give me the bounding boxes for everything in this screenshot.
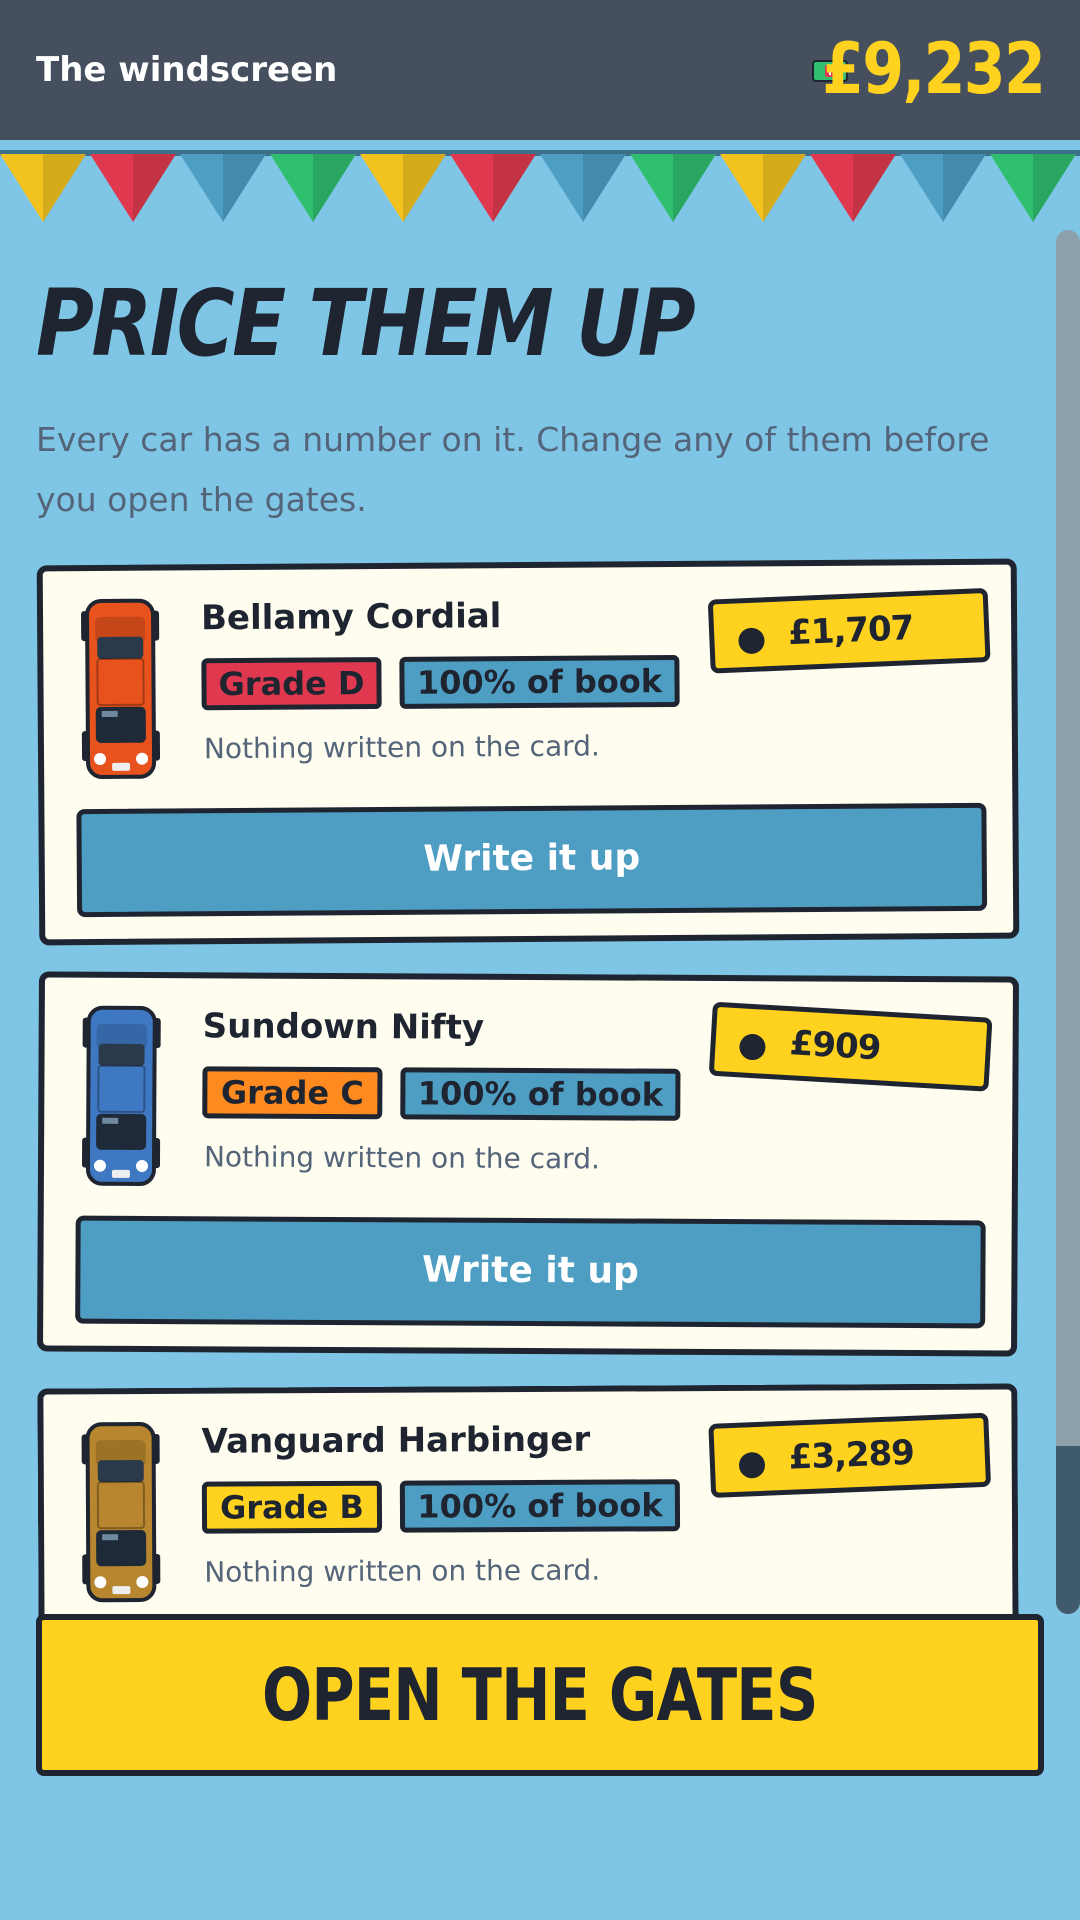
bunting-pennant-shade	[403, 154, 446, 222]
bunting-pennant-shade	[223, 154, 266, 222]
bunting-pennant-shade	[493, 154, 536, 222]
car-card: Bellamy Cordial Grade D 100% of book Not…	[36, 558, 1020, 946]
tag-hole	[738, 1033, 767, 1061]
car-headlight	[136, 1576, 149, 1589]
open-the-gates-button[interactable]: OPEN THE GATES	[36, 1614, 1044, 1776]
price-tag[interactable]: £909	[708, 1001, 993, 1092]
write-it-up-button[interactable]: Write it up	[76, 802, 988, 918]
open-the-gates-label: OPEN THE GATES	[262, 1653, 818, 1737]
bunting-pennant-shade	[313, 154, 356, 222]
car-rear-window	[98, 1043, 145, 1066]
write-it-up-button[interactable]: Write it up	[75, 1215, 986, 1329]
app-title: The windscreen	[36, 50, 338, 90]
price-tag[interactable]: £3,289	[708, 1412, 992, 1498]
car-windshield-glare	[101, 710, 118, 717]
car-windshield-glare	[102, 1534, 119, 1541]
card-note: Nothing written on the card.	[203, 1140, 601, 1176]
car-headlight	[136, 752, 149, 765]
scrollbar-track[interactable]	[1056, 230, 1080, 1614]
bunting-decoration	[0, 154, 1076, 222]
car-sprite	[81, 598, 161, 779]
car-sprite	[81, 1005, 161, 1186]
car-name: Vanguard Harbinger	[201, 1419, 591, 1462]
bunting-pennant-shade	[943, 154, 986, 222]
car-number-plate	[111, 1169, 130, 1178]
car-headlight	[94, 1576, 107, 1589]
car-rear-window	[97, 636, 144, 659]
bunting-pennant-shade	[583, 154, 626, 222]
price-value: £909	[788, 1023, 882, 1069]
scrollbar-thumb[interactable]	[1056, 1446, 1080, 1614]
bunting-pennant-shade	[763, 154, 806, 222]
price-value: £3,289	[787, 1432, 915, 1478]
car-name: Sundown Nifty	[202, 1006, 485, 1048]
car-roof	[96, 1481, 146, 1530]
car-sprite	[81, 1422, 161, 1603]
car-roof	[96, 657, 145, 706]
car-roof	[97, 1064, 146, 1113]
card-note: Nothing written on the card.	[204, 1553, 601, 1589]
car-headlight	[93, 1159, 106, 1172]
bunting-pennant-shade	[673, 154, 716, 222]
card-note: Nothing written on the card.	[203, 729, 600, 766]
bunting-pennant-shade	[133, 154, 176, 222]
grade-badge: Grade C	[202, 1066, 383, 1120]
car-rear-window	[97, 1460, 144, 1483]
bunting-pennant-shade	[853, 154, 896, 222]
car-name: Bellamy Cordial	[200, 596, 502, 639]
book-value-badge: 100% of book	[400, 1067, 681, 1121]
grade-badge: Grade D	[201, 657, 382, 711]
car-headlight	[135, 1159, 148, 1172]
page-intro: Every car has a number on it. Change any…	[36, 420, 990, 519]
grade-badge: Grade B	[201, 1480, 383, 1534]
car-windshield-glare	[102, 1117, 119, 1124]
top-bar: The windscreen £9,232	[0, 0, 1080, 140]
page-title: PRICE THEM UP	[36, 270, 696, 377]
price-value: £1,707	[787, 608, 915, 654]
car-number-plate	[112, 1586, 131, 1595]
car-headlight	[94, 752, 107, 765]
car-card: Sundown Nifty Grade C 100% of book Nothi…	[37, 971, 1019, 1357]
price-tag[interactable]: £1,707	[707, 587, 991, 674]
car-card: Vanguard Harbinger Grade B 100% of book …	[37, 1383, 1019, 1649]
car-number-plate	[112, 762, 131, 771]
bunting-pennant-shade	[43, 154, 86, 222]
tag-hole	[738, 1451, 766, 1479]
bunting-pennant-shade	[1033, 154, 1076, 222]
book-value-badge: 100% of book	[399, 654, 680, 709]
book-value-badge: 100% of book	[399, 1479, 681, 1533]
tag-hole	[737, 627, 766, 655]
balance-amount: £9,232	[822, 28, 1046, 110]
